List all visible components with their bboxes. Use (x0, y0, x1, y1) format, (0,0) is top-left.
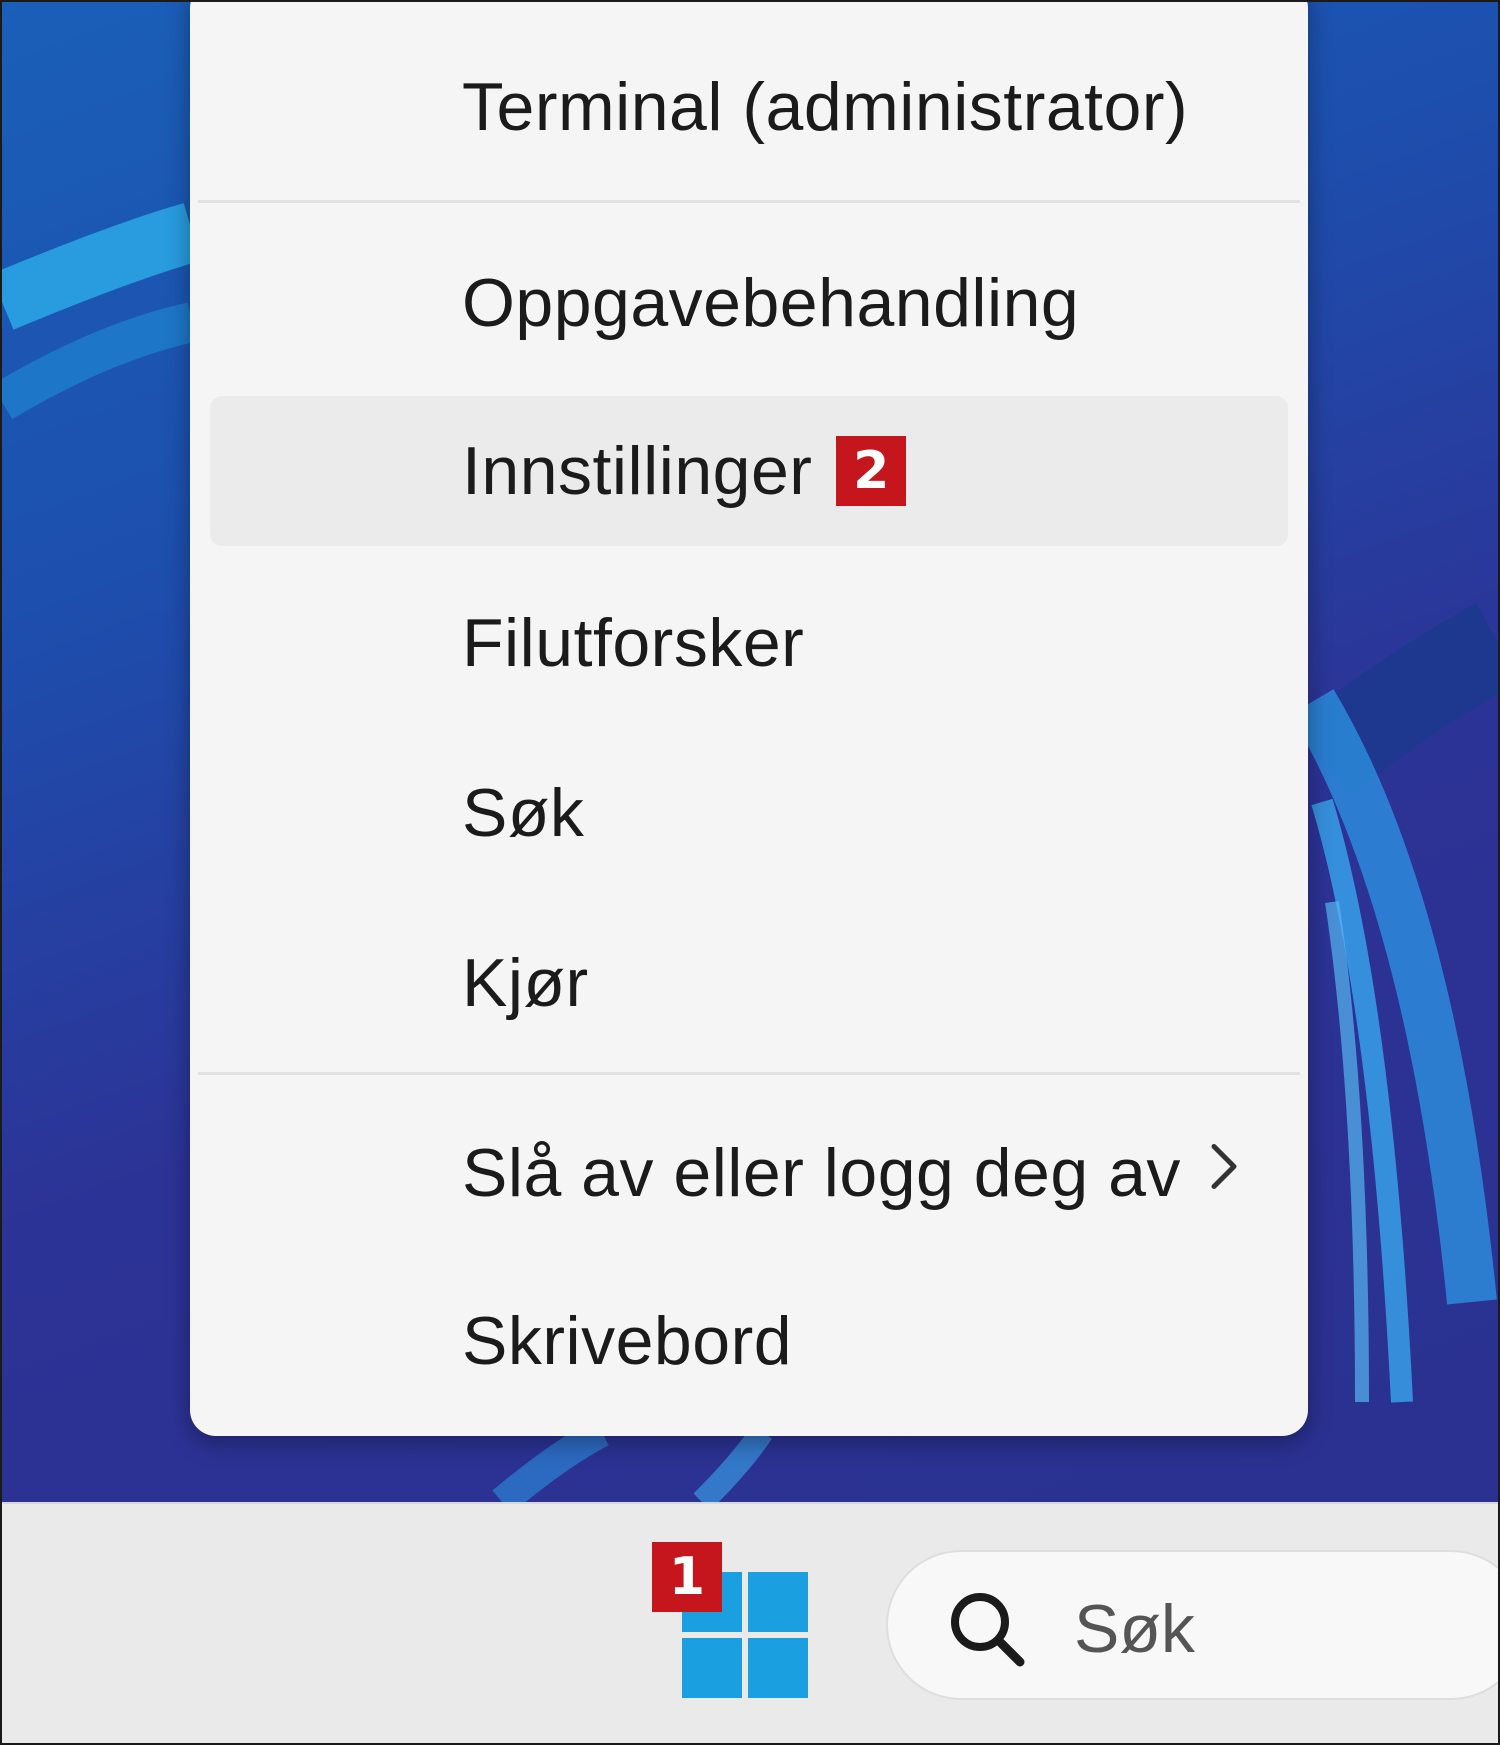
menu-item-label: Skrivebord (462, 1303, 793, 1379)
search-icon (951, 1593, 1025, 1667)
screenshot-frame: Terminal (administrator) Oppgavebehandli… (0, 0, 1500, 1745)
menu-divider (198, 200, 1300, 203)
menu-item-desktop[interactable]: Skrivebord (210, 1266, 1288, 1416)
menu-item-terminal-admin[interactable]: Terminal (administrator) (210, 32, 1288, 182)
menu-item-run[interactable]: Kjør (210, 908, 1288, 1058)
menu-item-label: Kjør (462, 945, 589, 1021)
step-badge-1: 1 (652, 1542, 722, 1612)
menu-item-settings[interactable]: Innstillinger 2 (210, 396, 1288, 546)
start-context-menu: Terminal (administrator) Oppgavebehandli… (190, 2, 1308, 1436)
menu-item-label: Søk (462, 775, 585, 851)
menu-divider (198, 1072, 1300, 1075)
menu-item-search[interactable]: Søk (210, 738, 1288, 888)
menu-item-label: Filutforsker (462, 605, 805, 681)
search-placeholder: Søk (1074, 1591, 1195, 1667)
menu-item-label: Innstillinger (462, 433, 813, 509)
menu-item-label: Oppgavebehandling (462, 265, 1080, 341)
step-badge-2: 2 (836, 436, 907, 506)
menu-item-label: Terminal (administrator) (462, 69, 1189, 145)
chevron-right-icon (1208, 1141, 1242, 1206)
menu-item-label: Slå av eller logg deg av (462, 1135, 1181, 1211)
taskbar: 1 Søk (2, 1502, 1498, 1743)
menu-item-task-manager[interactable]: Oppgavebehandling (210, 228, 1288, 378)
menu-item-file-explorer[interactable]: Filutforsker (210, 568, 1288, 718)
taskbar-search-box[interactable]: Søk (886, 1550, 1498, 1700)
menu-item-shutdown-signout[interactable]: Slå av eller logg deg av (210, 1098, 1288, 1248)
